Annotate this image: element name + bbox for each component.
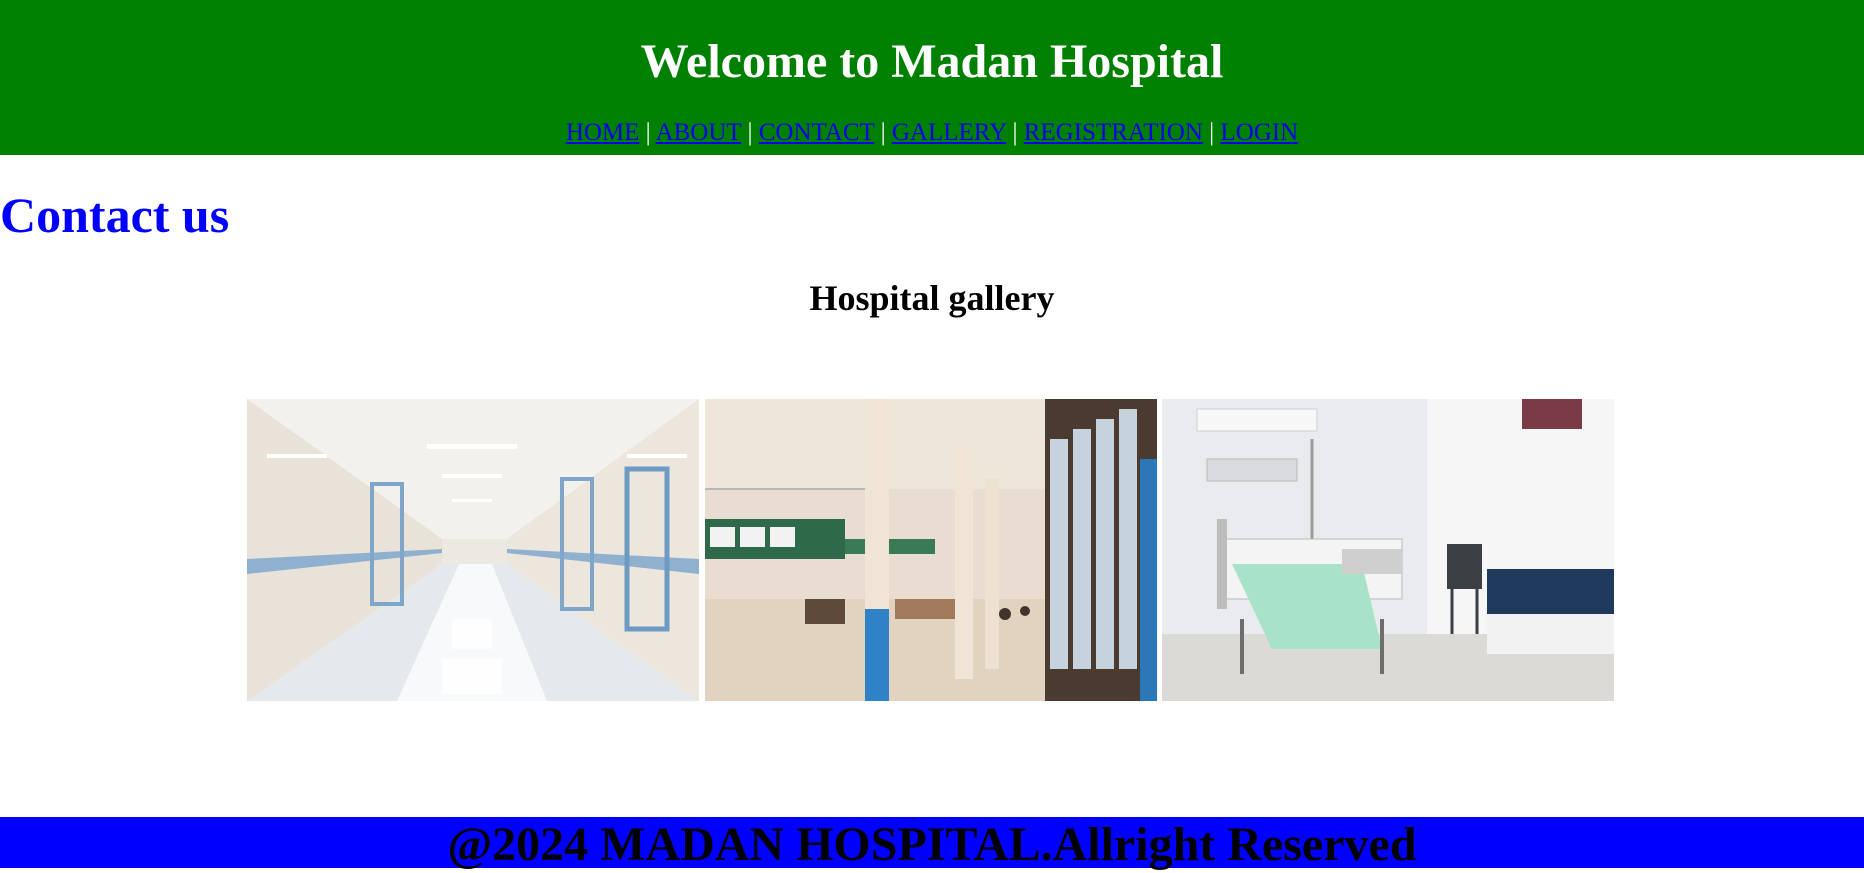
nav-separator: | xyxy=(747,119,753,146)
nav-home-link[interactable]: HOME xyxy=(566,119,640,146)
hospital-ward-bed-photo xyxy=(1162,399,1614,701)
nav-contact-link[interactable]: CONTACT xyxy=(759,119,875,146)
nav-separator: | xyxy=(880,119,886,146)
nav-registration-link[interactable]: REGISTRATION xyxy=(1024,119,1203,146)
nav-separator: | xyxy=(1012,119,1018,146)
site-title: Welcome to Madan Hospital xyxy=(640,35,1224,88)
site-header: Welcome to Madan Hospital HOME | ABOUT |… xyxy=(0,0,1864,155)
main-nav: HOME | ABOUT | CONTACT | GALLERY | REGIS… xyxy=(0,118,1864,148)
site-footer: @2024 MADAN HOSPITAL.Allright Reserved xyxy=(0,817,1864,871)
copyright-text: @2024 MADAN HOSPITAL.Allright Reserved xyxy=(447,818,1417,871)
gallery-heading: Hospital gallery xyxy=(809,278,1055,318)
hospital-gallery xyxy=(247,399,1614,701)
nav-separator: | xyxy=(1209,119,1215,146)
nav-separator: | xyxy=(645,119,651,146)
nav-about-link[interactable]: ABOUT xyxy=(656,119,742,146)
hospital-lobby-photo xyxy=(705,399,1157,701)
nav-gallery-link[interactable]: GALLERY xyxy=(892,119,1006,146)
nav-login-link[interactable]: LOGIN xyxy=(1220,119,1298,146)
contact-heading: Contact us xyxy=(0,187,230,243)
hospital-corridor-photo xyxy=(247,399,699,701)
